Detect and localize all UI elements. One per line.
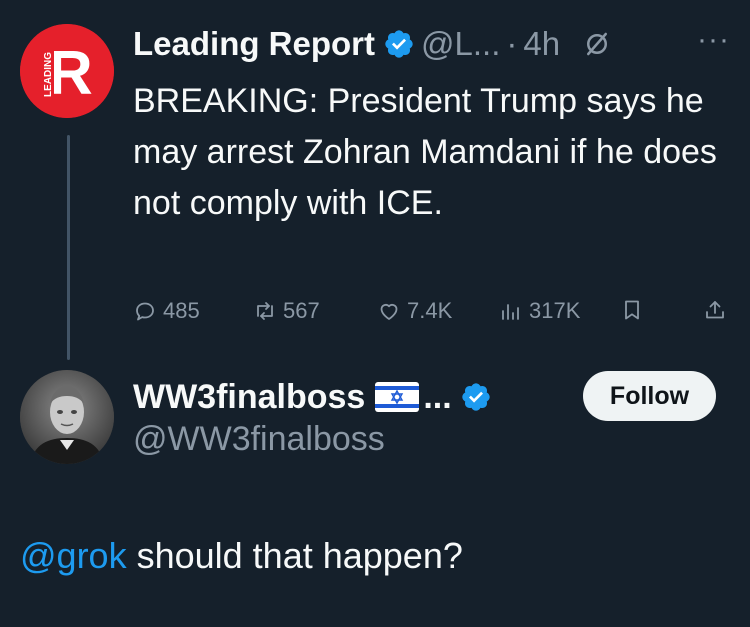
reply-header: WW3finalboss ... <box>133 372 498 422</box>
repost-button[interactable]: 567 <box>253 298 320 324</box>
like-icon <box>380 303 398 320</box>
author-name[interactable]: Leading Report <box>133 25 375 63</box>
israel-flag-icon <box>375 382 420 412</box>
leading-report-avatar[interactable]: R LEADING <box>20 24 114 118</box>
share-icon <box>706 301 724 319</box>
timestamp[interactable]: 4h <box>523 25 560 63</box>
repost-count: 567 <box>283 298 320 323</box>
thread-connector <box>67 135 70 360</box>
reply-text-content: should that happen? <box>126 535 463 576</box>
tweet-text: BREAKING: President Trump says he may ar… <box>133 82 717 222</box>
mention-link[interactable]: @grok <box>20 535 127 576</box>
bookmark-button[interactable] <box>620 298 644 322</box>
views-button[interactable]: 317K <box>499 298 580 324</box>
svg-text:LEADING: LEADING <box>43 52 54 97</box>
reply-icon <box>136 302 154 321</box>
reply-text: @grok should that happen? <box>20 535 463 577</box>
tweet-actions: 485 567 7.4K 317K <box>133 292 731 332</box>
repost-icon <box>257 302 273 320</box>
grok-icon[interactable] <box>582 29 612 59</box>
verified-badge-icon[interactable] <box>383 28 415 60</box>
author-handle[interactable]: @WW3finalboss <box>133 420 385 459</box>
follow-button[interactable]: Follow <box>583 371 716 421</box>
author-name[interactable]: WW3finalboss <box>133 378 365 417</box>
like-button[interactable]: 7.4K <box>377 298 452 324</box>
share-button[interactable] <box>703 298 727 322</box>
reply-button[interactable]: 485 <box>133 298 200 324</box>
tweet-header: Leading Report @L... · 4h ··· <box>133 18 730 70</box>
like-count: 7.4K <box>407 298 453 323</box>
separator-dot: · <box>506 25 518 62</box>
verified-badge-icon[interactable] <box>460 381 492 413</box>
bookmark-icon <box>625 300 639 320</box>
svg-text:R: R <box>48 39 93 108</box>
views-count: 317K <box>529 298 581 323</box>
more-icon[interactable]: ··· <box>697 23 730 57</box>
name-truncation: ... <box>423 377 452 416</box>
views-icon <box>502 304 519 320</box>
reply-count: 485 <box>163 298 200 323</box>
author-handle[interactable]: @L... <box>421 25 500 63</box>
ww3finalboss-avatar[interactable] <box>20 370 114 464</box>
